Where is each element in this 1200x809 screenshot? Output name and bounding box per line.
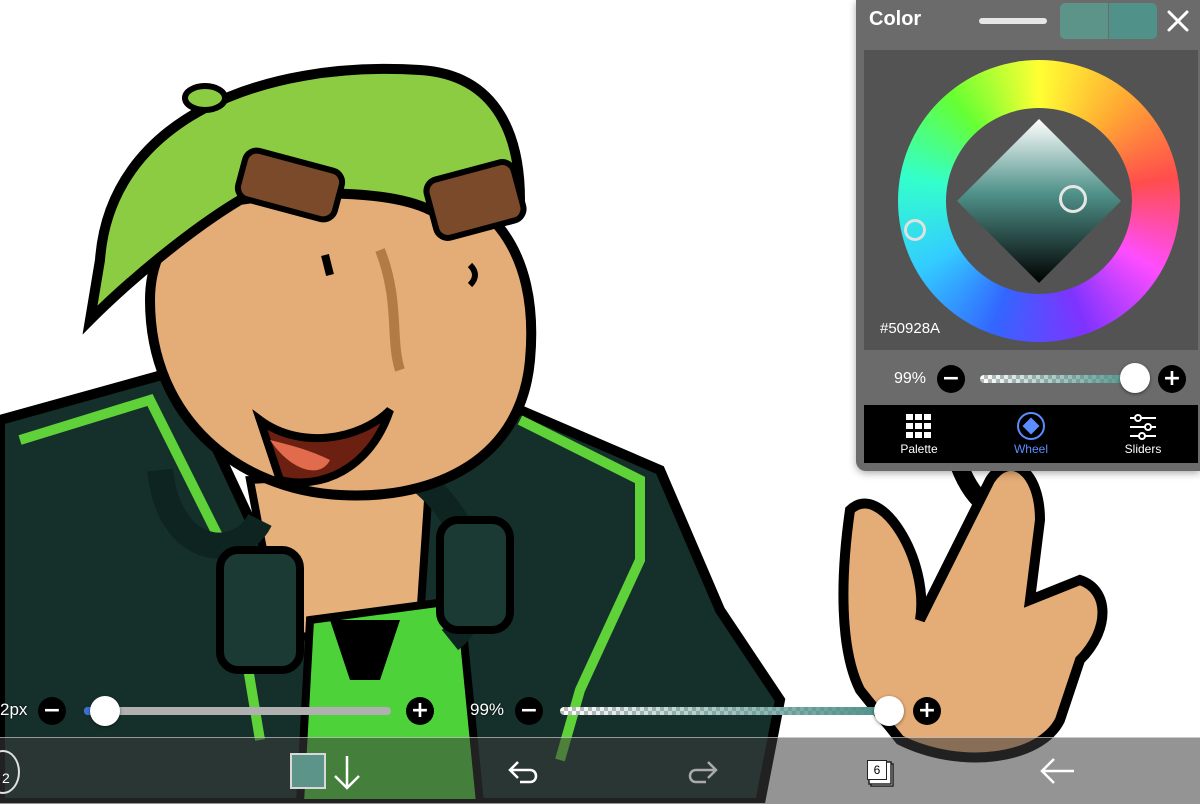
tab-sliders[interactable]: Sliders (1088, 405, 1198, 463)
panel-title: Color (869, 8, 922, 30)
grid-icon (906, 414, 931, 438)
brush-size-plus-button[interactable]: + (406, 697, 434, 725)
brush-tool-button[interactable]: 2 (0, 738, 60, 804)
opacity-row: 99% − + (856, 352, 1200, 404)
color-mode-tabs: Palette Wheel Sliders (864, 405, 1198, 463)
sliders-icon (1130, 414, 1156, 440)
brush-size-number: 2 (2, 770, 10, 786)
back-arrow-icon (1040, 758, 1074, 784)
download-arrow-icon (334, 756, 360, 790)
tab-sliders-label: Sliders (1124, 442, 1162, 456)
opacity-plus-button[interactable]: + (1158, 365, 1186, 393)
current-color-swatch[interactable] (1109, 3, 1157, 39)
color-swatch (290, 753, 326, 789)
hue-marker[interactable] (904, 219, 926, 241)
tab-wheel[interactable]: Wheel (976, 405, 1086, 463)
brush-size-minus-button[interactable]: − (38, 697, 66, 725)
previous-color-swatch[interactable] (1060, 3, 1108, 39)
opacity-slider-knob[interactable] (1120, 363, 1150, 393)
tab-wheel-label: Wheel (1013, 442, 1048, 456)
brush-opacity-knob[interactable] (874, 696, 904, 726)
opacity-minus-button[interactable]: − (937, 365, 965, 393)
layer-count: 6 (867, 760, 887, 780)
diamond-icon (1017, 412, 1045, 440)
color-panel: Color #50928A 99% − + Palette Wheel Slid… (856, 0, 1200, 471)
brush-size-label: 2px (0, 700, 28, 719)
opacity-slider[interactable] (980, 375, 1136, 383)
redo-icon (688, 761, 718, 784)
tab-palette-label: Palette (900, 442, 938, 456)
hex-value[interactable]: #50928A (880, 320, 940, 337)
close-button[interactable] (1163, 6, 1193, 36)
brush-size-slider[interactable] (84, 707, 391, 715)
redo-button[interactable] (680, 738, 724, 804)
brush-size-knob[interactable] (90, 696, 120, 726)
close-icon (1167, 10, 1189, 32)
bottom-toolbar: 2 6 (0, 737, 1200, 804)
hue-ring[interactable] (898, 60, 1180, 342)
undo-button[interactable] (502, 738, 546, 804)
undo-icon (508, 761, 538, 784)
back-button[interactable] (1032, 738, 1082, 804)
tab-palette[interactable]: Palette (864, 405, 974, 463)
color-button[interactable] (140, 738, 326, 804)
color-wheel-area: #50928A (864, 50, 1198, 350)
sv-marker[interactable] (1059, 185, 1087, 213)
download-button[interactable] (325, 738, 369, 804)
opacity-label: 99% (894, 370, 927, 387)
brush-opacity-plus-button[interactable]: + (913, 697, 941, 725)
layers-button[interactable]: 6 (855, 738, 905, 804)
drag-handle[interactable] (979, 18, 1047, 24)
brush-opacity-label: 99% (470, 700, 505, 719)
brush-opacity-minus-button[interactable]: − (515, 697, 543, 725)
brush-opacity-slider[interactable] (560, 707, 880, 715)
